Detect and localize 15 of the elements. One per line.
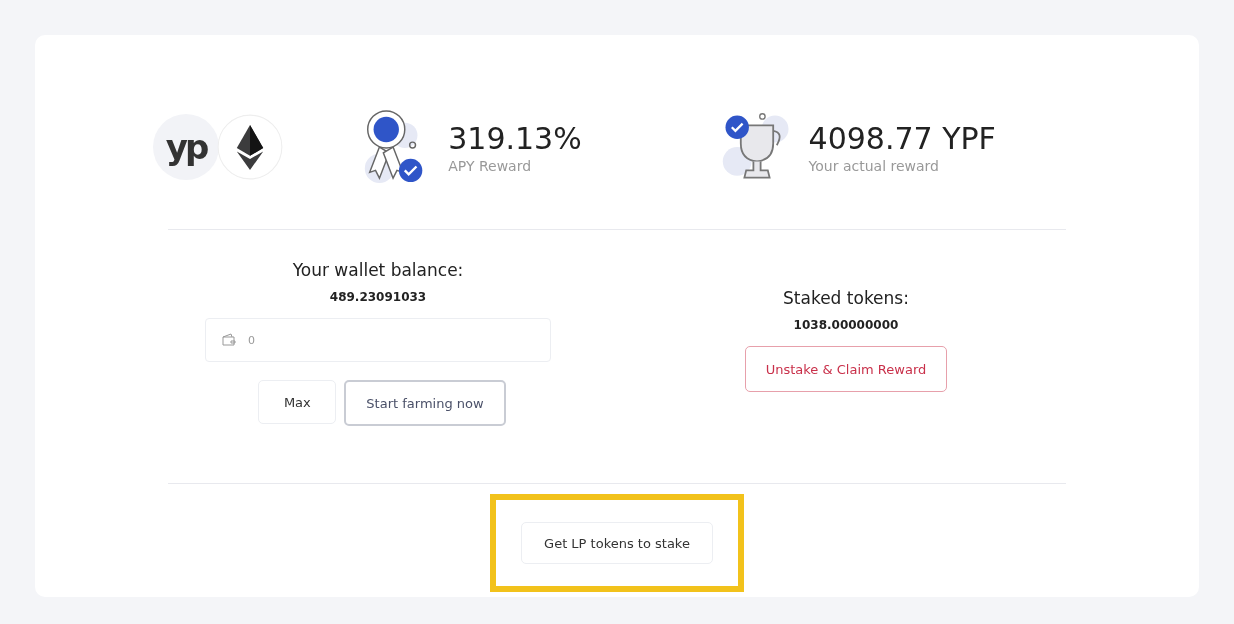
stat-value: 319.13% bbox=[448, 120, 582, 156]
staked-tokens-title: Staked tokens: bbox=[783, 288, 909, 308]
ethereum-icon bbox=[217, 114, 283, 180]
max-button[interactable]: Max bbox=[258, 380, 337, 424]
stat-value: 4098.77 YPF bbox=[808, 120, 996, 156]
staked-tokens-amount: 1038.00000000 bbox=[793, 318, 899, 332]
wallet-balance-amount: 489.23091033 bbox=[329, 290, 427, 304]
unstake-button[interactable]: Unstake & Claim Reward bbox=[744, 346, 948, 392]
stat-label: APY Reward bbox=[448, 157, 533, 174]
amount-input-field[interactable]: 0 bbox=[205, 318, 551, 362]
wallet-balance-title: Your wallet balance: bbox=[292, 260, 464, 280]
stat-label: Your actual reward bbox=[808, 157, 940, 174]
start-farming-button[interactable]: Start farming now bbox=[344, 380, 506, 426]
yp-logo: yp bbox=[153, 114, 219, 180]
get-lp-tokens-button[interactable]: Get LP tokens to stake bbox=[521, 522, 713, 564]
